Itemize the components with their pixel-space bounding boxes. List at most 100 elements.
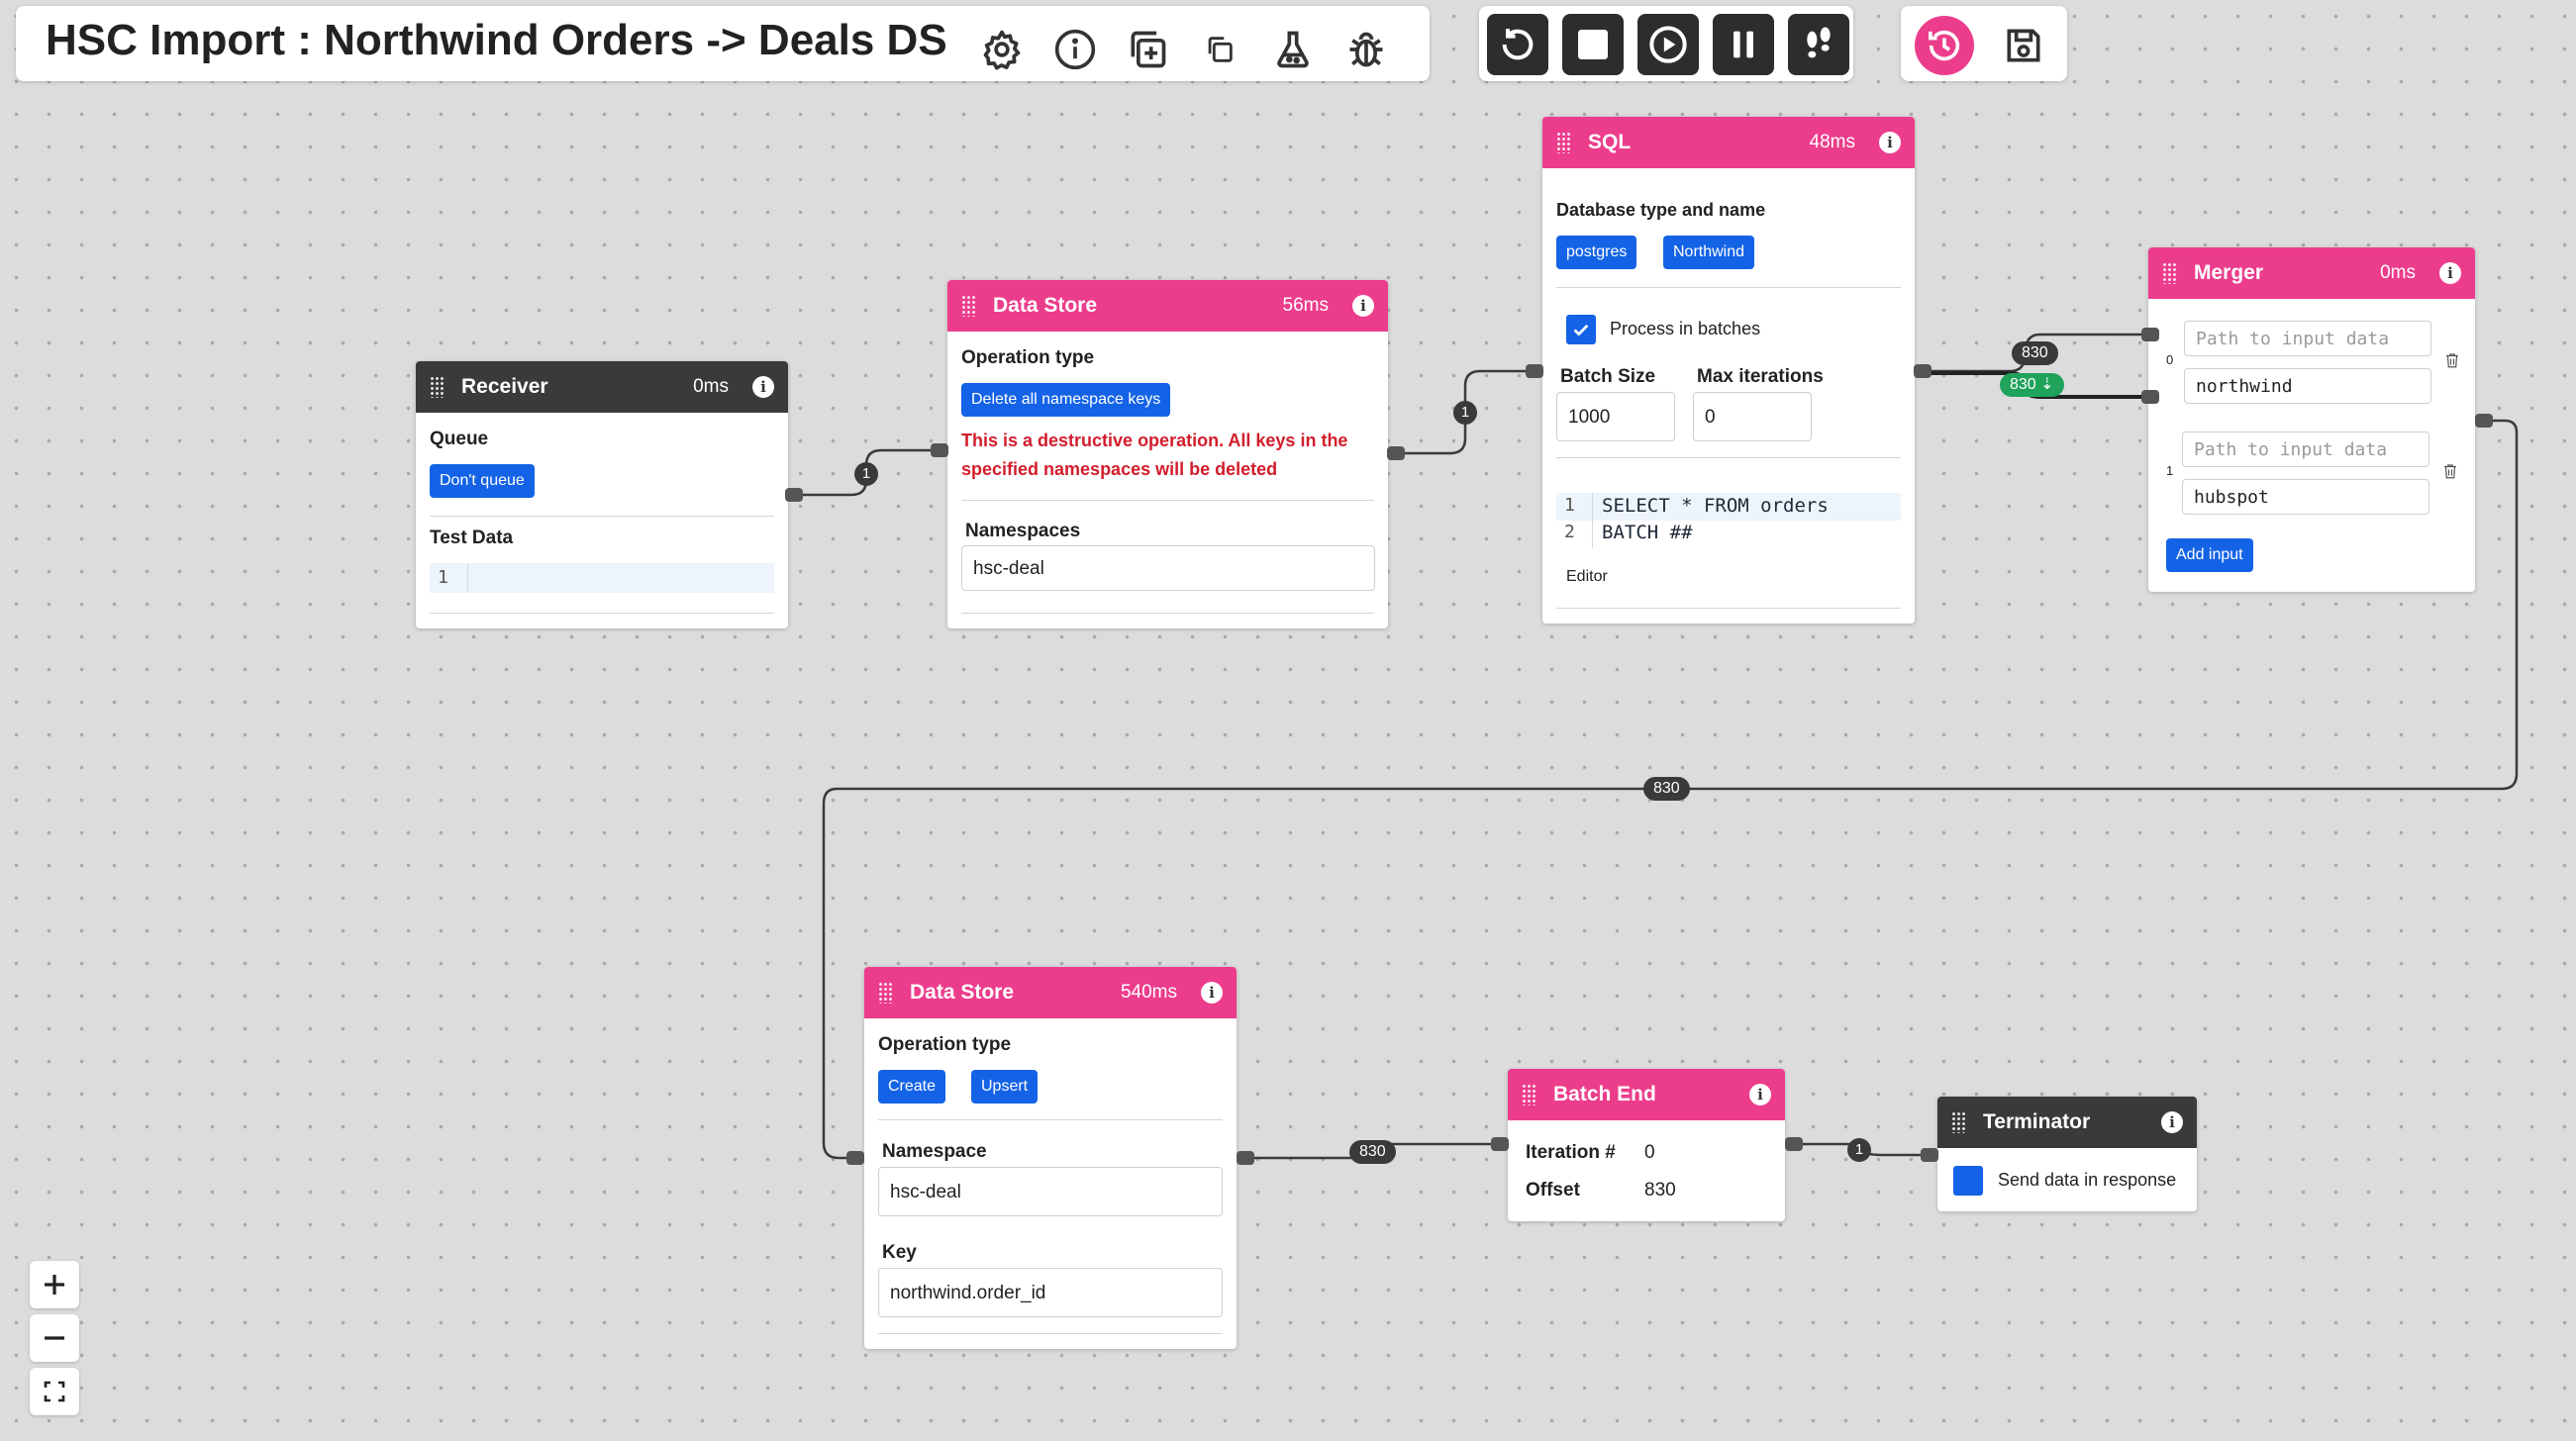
sql-node[interactable]: SQL 48ms i Database type and name postgr…	[1542, 117, 1915, 624]
stop-icon[interactable]	[1562, 14, 1624, 75]
flask-icon[interactable]	[1267, 24, 1319, 75]
info-icon[interactable]: i	[1749, 1084, 1771, 1105]
drag-handle-icon[interactable]	[1522, 1084, 1536, 1105]
namespaces-input[interactable]: hsc-deal	[961, 545, 1375, 591]
info-icon[interactable]	[1049, 24, 1101, 75]
flow-header-bar: HSC Import : Northwind Orders -> Deals D…	[16, 6, 1430, 81]
process-in-batches-checkbox[interactable]	[1566, 315, 1596, 344]
batch-size-input[interactable]: 1000	[1556, 392, 1675, 441]
merger-node[interactable]: Merger 0ms i 0 Path to input data northw…	[2148, 247, 2475, 592]
zoom-in-icon[interactable]	[30, 1261, 79, 1308]
info-icon[interactable]: i	[752, 376, 774, 398]
drag-handle-icon[interactable]	[2162, 262, 2176, 284]
divider	[878, 1119, 1223, 1120]
test-data-editor[interactable]: 1	[430, 563, 774, 593]
pause-icon[interactable]	[1713, 14, 1774, 75]
data-store-node[interactable]: Data Store 540ms i Operation type Create…	[864, 967, 1237, 1349]
history-icon[interactable]	[1915, 16, 1974, 75]
gutter-divider	[467, 563, 468, 593]
node-header[interactable]: Terminator i	[1937, 1097, 2197, 1148]
output-port[interactable]	[1914, 364, 1932, 378]
operation-type-chip[interactable]: Delete all namespace keys	[961, 383, 1171, 417]
node-timing: 540ms	[1120, 982, 1177, 1003]
node-header[interactable]: Data Store 56ms i	[947, 280, 1388, 332]
edge-count-badge: 1	[1453, 401, 1477, 425]
bug-icon[interactable]	[1340, 24, 1392, 75]
output-port[interactable]	[785, 488, 803, 502]
output-port[interactable]	[1785, 1137, 1803, 1151]
input-path-field[interactable]: Path to input data	[2182, 432, 2429, 467]
add-input-button[interactable]: Add input	[2166, 538, 2253, 572]
operation-create-chip[interactable]: Create	[878, 1070, 946, 1104]
info-icon[interactable]: i	[1352, 295, 1374, 317]
batch-end-node[interactable]: Batch End i Iteration # 0 Offset 830	[1508, 1069, 1785, 1221]
restart-icon[interactable]	[1487, 14, 1548, 75]
output-port[interactable]	[1387, 446, 1405, 460]
node-title: Batch End	[1553, 1083, 1656, 1105]
info-icon[interactable]: i	[2439, 262, 2461, 284]
footsteps-icon[interactable]	[1788, 14, 1849, 75]
namespace-input[interactable]: hsc-deal	[878, 1167, 1223, 1216]
output-port[interactable]	[2475, 414, 2493, 428]
duplicate-add-icon[interactable]	[1122, 24, 1173, 75]
drag-handle-icon[interactable]	[961, 295, 975, 317]
input-name-field[interactable]: northwind	[2184, 368, 2431, 404]
drag-handle-icon[interactable]	[1951, 1111, 1965, 1133]
send-data-checkbox[interactable]	[1953, 1166, 1983, 1196]
namespaces-label: Namespaces	[965, 521, 1081, 541]
queue-option-chip[interactable]: Don't queue	[430, 464, 535, 498]
trash-icon[interactable]	[2443, 350, 2461, 375]
node-header[interactable]: Merger 0ms i	[2148, 247, 2475, 299]
editor-tab-label[interactable]: Editor	[1566, 568, 1608, 586]
drag-handle-icon[interactable]	[878, 982, 892, 1004]
node-title: Terminator	[1983, 1110, 2091, 1133]
drag-handle-icon[interactable]	[1556, 132, 1570, 153]
input-name-field[interactable]: hubspot	[2182, 479, 2429, 515]
edge-count-badge: 830	[1643, 777, 1690, 801]
node-timing: 56ms	[1282, 295, 1329, 316]
node-header[interactable]: Data Store 540ms i	[864, 967, 1237, 1018]
divider	[961, 613, 1374, 614]
database-type-chip[interactable]: postgres	[1556, 236, 1637, 269]
namespace-label: Namespace	[882, 1141, 987, 1162]
input-port[interactable]	[2141, 390, 2159, 404]
output-port[interactable]	[1237, 1151, 1254, 1165]
info-icon[interactable]: i	[2161, 1111, 2183, 1133]
input-path-field[interactable]: Path to input data	[2184, 321, 2431, 356]
input-port[interactable]	[931, 443, 948, 457]
play-icon[interactable]	[1637, 14, 1699, 75]
send-data-label: Send data in response	[1998, 1170, 2177, 1190]
input-port[interactable]	[1526, 364, 1543, 378]
terminator-node[interactable]: Terminator i Send data in response	[1937, 1097, 2197, 1211]
database-name-chip[interactable]: Northwind	[1663, 236, 1755, 269]
fit-view-icon[interactable]	[30, 1368, 79, 1415]
trash-icon[interactable]	[2441, 461, 2459, 486]
input-port[interactable]	[846, 1151, 864, 1165]
data-store-node[interactable]: Data Store 56ms i Operation type Delete …	[947, 280, 1388, 628]
operation-type-label: Operation type	[878, 1034, 1012, 1055]
max-iterations-input[interactable]: 0	[1693, 392, 1812, 441]
input-port[interactable]	[2141, 328, 2159, 341]
receiver-node[interactable]: Receiver 0ms i Queue Don't queue Test Da…	[416, 361, 788, 628]
save-icon[interactable]	[1998, 20, 2049, 71]
info-icon[interactable]: i	[1879, 132, 1901, 153]
drag-handle-icon[interactable]	[430, 376, 444, 398]
node-header[interactable]: SQL 48ms i	[1542, 117, 1915, 168]
iteration-label: Iteration #	[1526, 1142, 1616, 1163]
zoom-out-icon[interactable]	[30, 1314, 79, 1362]
copy-icon[interactable]	[1194, 24, 1245, 75]
node-header[interactable]: Receiver 0ms i	[416, 361, 788, 413]
line-number: 1	[1564, 495, 1575, 516]
gutter-divider	[1592, 493, 1593, 548]
input-port[interactable]	[1491, 1137, 1509, 1151]
sql-code-editor[interactable]: 1 SELECT * FROM orders 2 BATCH ##	[1556, 493, 1901, 548]
key-input[interactable]: northwind.order_id	[878, 1268, 1223, 1317]
operation-upsert-chip[interactable]: Upsert	[971, 1070, 1039, 1104]
gear-icon[interactable]	[976, 24, 1028, 75]
input-port[interactable]	[1921, 1148, 1938, 1162]
divider	[961, 500, 1374, 501]
info-icon[interactable]: i	[1201, 982, 1223, 1004]
node-header[interactable]: Batch End i	[1508, 1069, 1785, 1120]
process-in-batches-label: Process in batches	[1610, 319, 1761, 338]
edge-count-badge-active: 830 ⇣	[2000, 373, 2064, 397]
